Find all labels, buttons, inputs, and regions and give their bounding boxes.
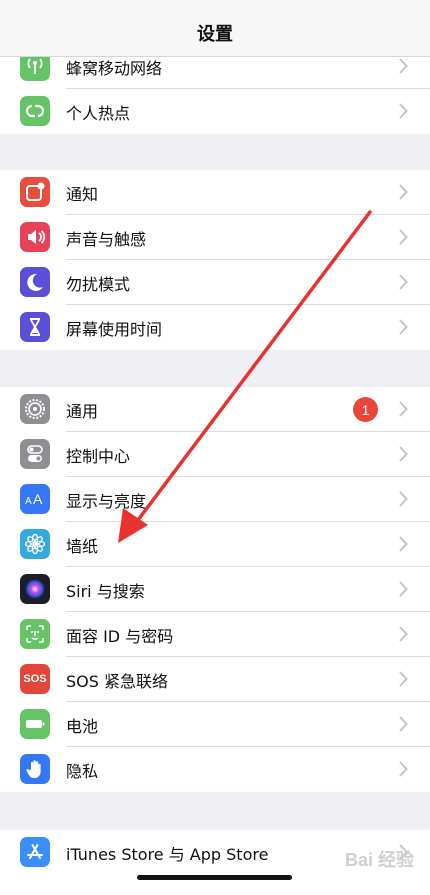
settings-row-label: 控制中心 [66,446,131,466]
settings-row-label: 勿扰模式 [66,274,131,294]
moon-icon [20,267,50,297]
chevron-right-icon [399,184,408,200]
section-general: 通用 1 控制中心 A A 显示与亮度 墙纸 Siri 与搜索 面容 ID 与密… [0,387,430,792]
hourglass-icon [20,312,50,342]
chevron-right-icon [399,536,408,552]
home-indicator[interactable] [137,875,292,880]
settings-row-notifications[interactable]: 通知 [0,170,430,215]
settings-row-label: 隐私 [66,761,99,781]
settings-row-siri[interactable]: Siri 与搜索 [0,567,430,612]
settings-row-face-id[interactable]: 面容 ID 与密码 [0,612,430,657]
settings-row-label: 蜂窝移动网络 [66,58,163,78]
sos-icon-text: SOS [23,673,47,685]
settings-row-privacy[interactable]: 隐私 [0,747,430,792]
chevron-right-icon [399,58,408,74]
settings-row-label: 面容 ID 与密码 [66,626,174,646]
app-store-icon [20,837,50,867]
settings-row-emergency-sos[interactable]: SOS SOS 紧急联络 [0,657,430,702]
chevron-right-icon [399,671,408,687]
sos-icon: SOS [20,664,50,694]
settings-row-label: 墙纸 [66,536,99,556]
chevron-right-icon [399,229,408,245]
settings-row-label: 个人热点 [66,103,131,123]
settings-row-general[interactable]: 通用 1 [0,387,430,432]
chevron-right-icon [399,401,408,417]
settings-row-label: 显示与亮度 [66,491,147,511]
settings-row-label: iTunes Store 与 App Store [66,844,269,864]
settings-row-do-not-disturb[interactable]: 勿扰模式 [0,260,430,305]
flower-icon [20,529,50,559]
page-title: 设置 [197,24,233,45]
chevron-right-icon [399,626,408,642]
navigation-bar: 设置 [0,0,430,57]
chevron-right-icon [399,103,408,119]
hand-icon [20,754,50,784]
siri-icon [20,574,50,604]
chevron-right-icon [399,274,408,290]
settings-row-display[interactable]: A A 显示与亮度 [0,477,430,522]
settings-row-screen-time[interactable]: 屏幕使用时间 [0,305,430,350]
svg-text:A: A [25,496,32,507]
text-size-icon: A A [20,484,50,514]
settings-row-label: 通用 [66,401,99,421]
speaker-icon [20,222,50,252]
settings-row-control-center[interactable]: 控制中心 [0,432,430,477]
chevron-right-icon [399,581,408,597]
settings-row-label: 通知 [66,184,99,204]
settings-row-sounds[interactable]: 声音与触感 [0,215,430,260]
settings-row-label: Siri 与搜索 [66,581,145,601]
toggles-icon [20,439,50,469]
settings-row-label: SOS 紧急联络 [66,671,168,691]
chevron-right-icon [399,491,408,507]
gear-icon [20,394,50,424]
battery-icon [20,709,50,739]
face-id-icon [20,619,50,649]
settings-row-label: 屏幕使用时间 [66,319,163,339]
settings-row-hotspot[interactable]: 个人热点 [0,89,430,134]
settings-row-label: 电池 [66,716,99,736]
section-notifications: 通知 声音与触感 勿扰模式 屏幕使用时间 [0,170,430,350]
chevron-right-icon [399,716,408,732]
settings-row-label: 声音与触感 [66,229,147,249]
watermark-logo: Bai 经验 [344,850,414,870]
svg-text:A: A [33,491,43,507]
chevron-right-icon [399,319,408,335]
hotspot-link-icon [20,96,50,126]
settings-row-battery[interactable]: 电池 [0,702,430,747]
notification-badge: 1 [353,397,378,422]
chevron-right-icon [399,446,408,462]
section-network: 蜂窝移动网络 个人热点 [0,44,430,134]
notification-icon [20,177,50,207]
settings-row-wallpaper[interactable]: 墙纸 [0,522,430,567]
chevron-right-icon [399,761,408,777]
